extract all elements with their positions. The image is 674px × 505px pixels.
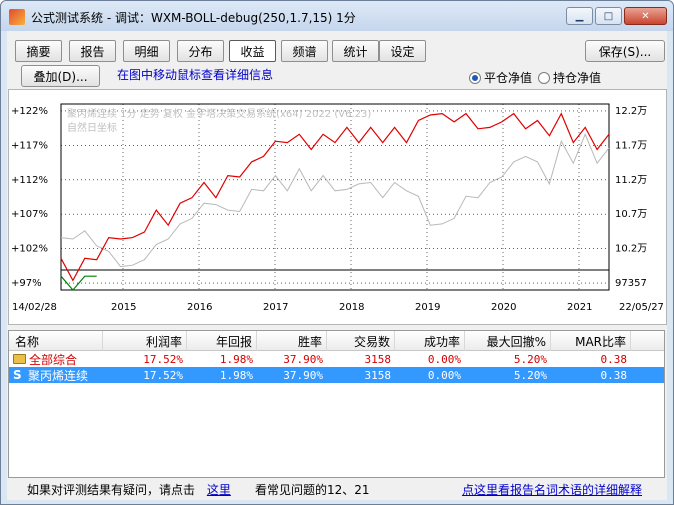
overlay-button[interactable]: 叠加(D)... — [21, 65, 100, 87]
y-tick-label-right: 97357 — [615, 278, 647, 289]
table-header: 名称 利润率 年回报 胜率 交易数 成功率 最大回撤% MAR比率 — [9, 331, 664, 351]
cell-mar: 0.38 — [600, 368, 628, 382]
row-name: 聚丙烯连续 — [28, 368, 89, 383]
y-tick-label-left: +117% — [11, 140, 48, 151]
radio-on-icon[interactable] — [469, 71, 481, 84]
radio-flat-equity[interactable]: 平仓净值 — [469, 69, 532, 86]
x-tick-label: 2016 — [187, 302, 212, 313]
date-end: 22/05/27 — [619, 302, 664, 313]
tab-returns[interactable]: 收益 — [229, 40, 276, 62]
col-winrate[interactable]: 胜率 — [257, 331, 327, 351]
chart-hint: 在图中移动鼠标查看详细信息 — [117, 68, 274, 82]
x-tick-label: 2017 — [263, 302, 288, 313]
app-window: 公式测试系统 - 调试：WXM-BOLL-debug(250,1.7,15) 1… — [0, 0, 674, 505]
cell-mar: 0.38 — [600, 352, 628, 366]
cell-success: 0.00% — [427, 368, 461, 382]
strategy-icon: S — [13, 368, 22, 382]
tab-detail[interactable]: 明细 — [123, 40, 170, 62]
here-link[interactable]: 这里 — [207, 483, 231, 497]
tab-spectrum[interactable]: 频谱 — [281, 40, 328, 62]
x-tick-label: 2019 — [415, 302, 440, 313]
table-row[interactable]: 全部综合 17.52% 1.98% 37.90% 3158 0.00% 5.20… — [9, 351, 664, 367]
tab-distribution[interactable]: 分布 — [177, 40, 224, 62]
chart-legend-line2: 自然日坐标 — [67, 121, 117, 134]
col-maxdd[interactable]: 最大回撤% — [465, 331, 551, 351]
cell-maxdd: 5.20% — [513, 352, 547, 366]
footer-question: 如果对评测结果有疑问，请点击 这里 — [27, 481, 231, 498]
close-icon[interactable]: ✕ — [624, 7, 667, 25]
y-tick-label-left: +102% — [11, 244, 48, 255]
y-tick-label-right: 11.2万 — [615, 175, 647, 186]
table-row[interactable]: S 聚丙烯连续 17.52% 1.98% 37.90% 3158 0.00% 5… — [9, 367, 664, 383]
x-tick-label: 2015 — [111, 302, 136, 313]
y-tick-label-right: 12.2万 — [615, 106, 647, 117]
tab-statistics[interactable]: 统计 — [332, 40, 379, 62]
main-panel: 摘要 报告 明细 分布 收益 频谱 统计 设定 保存(S)... 叠加(D)..… — [7, 31, 667, 500]
folder-icon — [13, 354, 26, 364]
col-success[interactable]: 成功率 — [395, 331, 465, 351]
footer-question-text: 如果对评测结果有疑问，请点击 — [27, 483, 196, 497]
save-button[interactable]: 保存(S)... — [585, 40, 665, 62]
cell-annual: 1.98% — [219, 352, 253, 366]
cell-winrate: 37.90% — [283, 352, 323, 366]
cell-profit: 17.52% — [143, 352, 183, 366]
cell-maxdd: 5.20% — [513, 368, 547, 382]
col-profit[interactable]: 利润率 — [103, 331, 187, 351]
y-tick-label-right: 10.2万 — [615, 244, 647, 255]
x-tick-label: 2020 — [491, 302, 516, 313]
tab-settings[interactable]: 设定 — [379, 40, 426, 62]
col-trades[interactable]: 交易数 — [327, 331, 395, 351]
cell-winrate: 37.90% — [283, 368, 323, 382]
cell-trades: 3158 — [364, 352, 392, 366]
tab-summary[interactable]: 摘要 — [15, 40, 62, 62]
row-name: 全部综合 — [29, 352, 78, 367]
title-bar[interactable]: 公式测试系统 - 调试：WXM-BOLL-debug(250,1.7,15) 1… — [1, 1, 673, 31]
glossary-link[interactable]: 点这里看报告名词术语的详细解释 — [462, 481, 642, 498]
y-tick-label-right: 11.7万 — [615, 140, 647, 151]
y-tick-label-left: +112% — [11, 175, 48, 186]
footer-faq: 看常见问题的12、21 — [255, 483, 370, 497]
col-mar[interactable]: MAR比率 — [551, 331, 631, 351]
col-name[interactable]: 名称 — [9, 331, 103, 351]
x-tick-label: 2021 — [567, 302, 592, 313]
date-start: 14/02/28 — [12, 302, 57, 313]
radio-hold-equity[interactable]: 持仓净值 — [538, 69, 601, 86]
y-tick-label-left: +107% — [11, 209, 48, 220]
y-tick-label-right: 10.7万 — [615, 209, 647, 220]
cell-annual: 1.98% — [219, 368, 253, 382]
radio-hold-label: 持仓净值 — [553, 71, 602, 85]
y-tick-label-left: +122% — [11, 106, 48, 117]
col-annual[interactable]: 年回报 — [187, 331, 257, 351]
results-table: 名称 利润率 年回报 胜率 交易数 成功率 最大回撤% MAR比率 全部综合 1… — [8, 330, 665, 478]
x-tick-label: 2018 — [339, 302, 364, 313]
tab-report[interactable]: 报告 — [69, 40, 116, 62]
app-icon — [9, 9, 25, 25]
y-tick-label-left: +97% — [11, 278, 42, 289]
minimize-icon[interactable]: ▁ — [566, 7, 593, 25]
radio-flat-label: 平仓净值 — [484, 71, 533, 85]
cell-profit: 17.52% — [143, 368, 183, 382]
cell-success: 0.00% — [427, 352, 461, 366]
chart-svg[interactable]: 聚丙烯连续 1分 走势 复权 金字塔决策交易系统(x64) 2022 (V6.2… — [9, 90, 666, 324]
cell-trades: 3158 — [364, 368, 392, 382]
radio-off-icon[interactable] — [538, 71, 550, 84]
maximize-icon[interactable]: □ — [595, 7, 622, 25]
equity-chart[interactable]: 聚丙烯连续 1分 走势 复权 金字塔决策交易系统(x64) 2022 (V6.2… — [8, 89, 667, 325]
chart-legend-line1: 聚丙烯连续 1分 走势 复权 金字塔决策交易系统(x64) 2022 (V6.2… — [67, 107, 371, 120]
window-title: 公式测试系统 - 调试：WXM-BOLL-debug(250,1.7,15) 1… — [31, 11, 356, 25]
